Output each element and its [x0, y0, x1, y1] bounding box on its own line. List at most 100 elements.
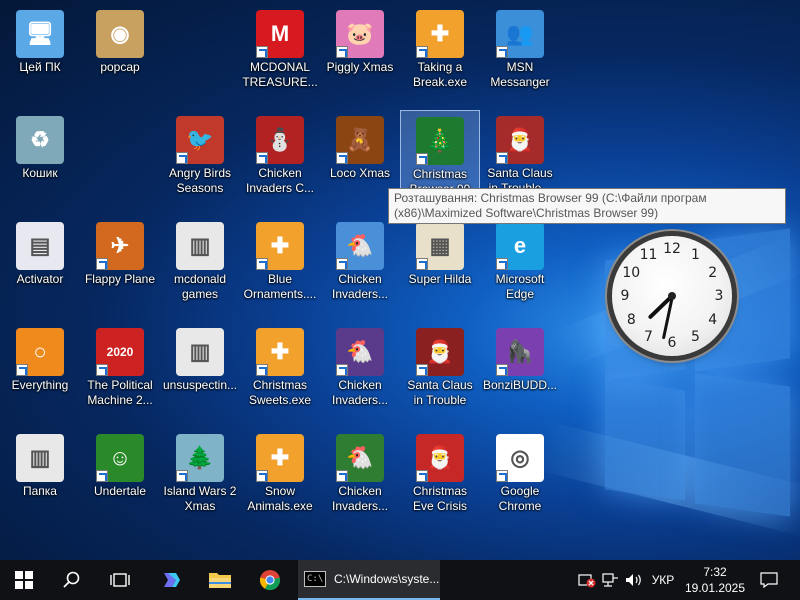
desktop-icon-label: Loco Xmas: [329, 166, 391, 180]
desktop-icon-the-political-machine-2[interactable]: 2020 The Political Machine 2...: [80, 322, 160, 426]
tray-clock[interactable]: 7:32 19.01.2025: [682, 560, 748, 600]
desktop-icon-bonzibudd[interactable]: 🦍 BonziBUDD...: [480, 322, 560, 426]
desktop-icon-label: Everything: [11, 378, 69, 392]
shortcut-arrow-icon: [496, 470, 508, 482]
desktop-icon-mcdonald-games[interactable]: ▥ mcdonald games: [160, 216, 240, 320]
desktop-icon-taking-a-break-exe[interactable]: ✚ Taking a Break.exe: [400, 4, 480, 108]
desktop-icon-chicken-invaders[interactable]: 🐔 Chicken Invaders...: [320, 428, 400, 532]
msn-icon: 👥: [496, 10, 544, 58]
shortcut-arrow-icon: [416, 470, 428, 482]
language-indicator[interactable]: УКР: [648, 560, 678, 600]
christmas-tree-icon: 🎄: [416, 117, 464, 165]
shortcut-arrow-icon: [256, 46, 268, 58]
desktop-icon-snow-animals-exe[interactable]: ✚ Snow Animals.exe: [240, 428, 320, 532]
desktop-icon-unsuspectin[interactable]: ▥ unsuspectin...: [160, 322, 240, 426]
super-hilda-icon: ▦: [416, 222, 464, 270]
clock-number: 12: [663, 241, 681, 257]
santa-face-icon: 🎅: [416, 434, 464, 482]
desktop-icon-mcdonal-treasure[interactable]: M MCDONAL TREASURE...: [240, 4, 320, 108]
clock-number: 7: [644, 328, 653, 345]
network-icon[interactable]: [599, 560, 621, 600]
desktop-icon-popcap[interactable]: ◉ popcap: [80, 4, 160, 108]
desktop-icon-piggly-xmas[interactable]: 🐷 Piggly Xmas: [320, 4, 400, 108]
search-magnifier-icon: ○: [16, 328, 64, 376]
popcap-folder-icon: ◉: [96, 10, 144, 58]
folder-icon: ▥: [16, 434, 64, 482]
desktop-icon-label: Цей ПК: [19, 60, 61, 74]
bonzi-buddy-icon: 🦍: [496, 328, 544, 376]
clock-number: 9: [620, 288, 630, 304]
desktop-icon-msn-messanger[interactable]: 👥 MSN Messanger: [480, 4, 560, 108]
desktop-icon-blue-ornaments[interactable]: ✚ Blue Ornaments....: [240, 216, 320, 320]
desktop-icon-label: unsuspectin...: [162, 378, 238, 392]
chrome-icon[interactable]: [246, 560, 294, 600]
desktop-icon-label: Island Wars 2 Xmas: [163, 484, 237, 513]
shortcut-arrow-icon: [416, 46, 428, 58]
windows-start-icon[interactable]: [0, 560, 48, 600]
popcap-puzzle-icon: ✚: [256, 434, 304, 482]
desktop-icon-label: Google Chrome: [498, 484, 542, 513]
clock-number: 4: [708, 311, 718, 328]
recycle-bin-icon: ♻: [16, 116, 64, 164]
desktop-icon-label: Microsoft Edge: [495, 272, 545, 301]
desktop-icon-christmas-sweets-exe[interactable]: ✚ Christmas Sweets.exe: [240, 322, 320, 426]
notification-icon[interactable]: [754, 560, 784, 600]
clock-number: 10: [622, 264, 641, 281]
running-task-label: C:\Windows\syste...: [334, 572, 440, 586]
shortcut-arrow-icon: [256, 470, 268, 482]
desktop-icon-кошик[interactable]: ♻ Кошик: [0, 110, 80, 214]
file-explorer-icon[interactable]: [196, 560, 244, 600]
desktop-icon-island-wars-2-xmas[interactable]: 🌲 Island Wars 2 Xmas: [160, 428, 240, 532]
chicken-green-icon: 🐔: [336, 434, 384, 482]
shortcut-arrow-icon: [256, 258, 268, 270]
shortcut-arrow-icon: [96, 258, 108, 270]
desktop-icon-label: Chicken Invaders...: [331, 484, 389, 513]
clock-number: 2: [708, 264, 718, 281]
desktop-icon-chicken-invaders[interactable]: 🐔 Chicken Invaders...: [320, 216, 400, 320]
tray-time: 7:32: [703, 565, 727, 579]
activator-file-icon: ▤: [16, 222, 64, 270]
shortcut-arrow-icon: [416, 153, 428, 165]
desktop-icon-google-chrome[interactable]: ◎ Google Chrome: [480, 428, 560, 532]
shortcut-arrow-icon: [336, 470, 348, 482]
desktop-icon-label: Chicken Invaders...: [331, 378, 389, 407]
volume-icon[interactable]: [622, 560, 646, 600]
desktop-icon-label: The Political Machine 2...: [87, 378, 153, 407]
desktop-icon-label: Chicken Invaders...: [331, 272, 389, 301]
cmd-icon: C:\: [304, 571, 326, 587]
shortcut-arrow-icon: [176, 152, 188, 164]
tray-warning-icon[interactable]: [576, 560, 598, 600]
shortcut-arrow-icon: [496, 152, 508, 164]
pig-icon: 🐷: [336, 10, 384, 58]
task-view-icon[interactable]: [96, 560, 144, 600]
shortcut-arrow-icon: [496, 364, 508, 376]
search-icon[interactable]: [48, 560, 96, 600]
shortcut-arrow-icon: [336, 152, 348, 164]
political-machine-icon: 2020: [96, 328, 144, 376]
tray-date: 19.01.2025: [684, 581, 746, 595]
desktop-icon-chicken-invaders-c[interactable]: ⛄ Chicken Invaders C...: [240, 110, 320, 214]
shortcut-arrow-icon: [336, 364, 348, 376]
running-task-cmd[interactable]: C:\ C:\Windows\syste...: [298, 560, 440, 600]
desktop-icon-цей-пк[interactable]: 🖥 Цей ПК: [0, 4, 80, 108]
desktop-icon-папка[interactable]: ▥ Папка: [0, 428, 80, 532]
desktop-icon-chicken-invaders[interactable]: 🐔 Chicken Invaders...: [320, 322, 400, 426]
desktop-icon-microsoft-edge[interactable]: e Microsoft Edge: [480, 216, 560, 320]
desktop-icon-label: Christmas Eve Crisis: [412, 484, 467, 513]
desktop-icon-santa-claus-in-trouble[interactable]: 🎅 Santa Claus in Trouble: [400, 322, 480, 426]
desktop-icon-activator[interactable]: ▤ Activator: [0, 216, 80, 320]
clock-number: 3: [714, 288, 724, 304]
desktop-icon-label: MSN Messanger: [490, 60, 550, 89]
copilot-icon[interactable]: [146, 560, 194, 600]
this-pc-icon: 🖥: [16, 10, 64, 58]
location-tooltip: Розташування: Christmas Browser 99 (C:\Ф…: [388, 188, 786, 224]
desktop-icon-everything[interactable]: ○ Everything: [0, 322, 80, 426]
desktop-icon-flappy-plane[interactable]: ✈ Flappy Plane: [80, 216, 160, 320]
desktop-icon-christmas-eve-crisis[interactable]: 🎅 Christmas Eve Crisis: [400, 428, 480, 532]
desktop-icon-super-hilda[interactable]: ▦ Super Hilda: [400, 216, 480, 320]
desktop-icon-angry-birds-seasons[interactable]: 🐦 Angry Birds Seasons: [160, 110, 240, 214]
desktop-icon-undertale[interactable]: ☺ Undertale: [80, 428, 160, 532]
clock-gadget[interactable]: 12 1 2 3 4 5 6 7 8 9 10 11: [612, 236, 732, 356]
desktop-icon-label: Blue Ornaments....: [243, 272, 317, 301]
clock-number: 5: [691, 328, 700, 345]
